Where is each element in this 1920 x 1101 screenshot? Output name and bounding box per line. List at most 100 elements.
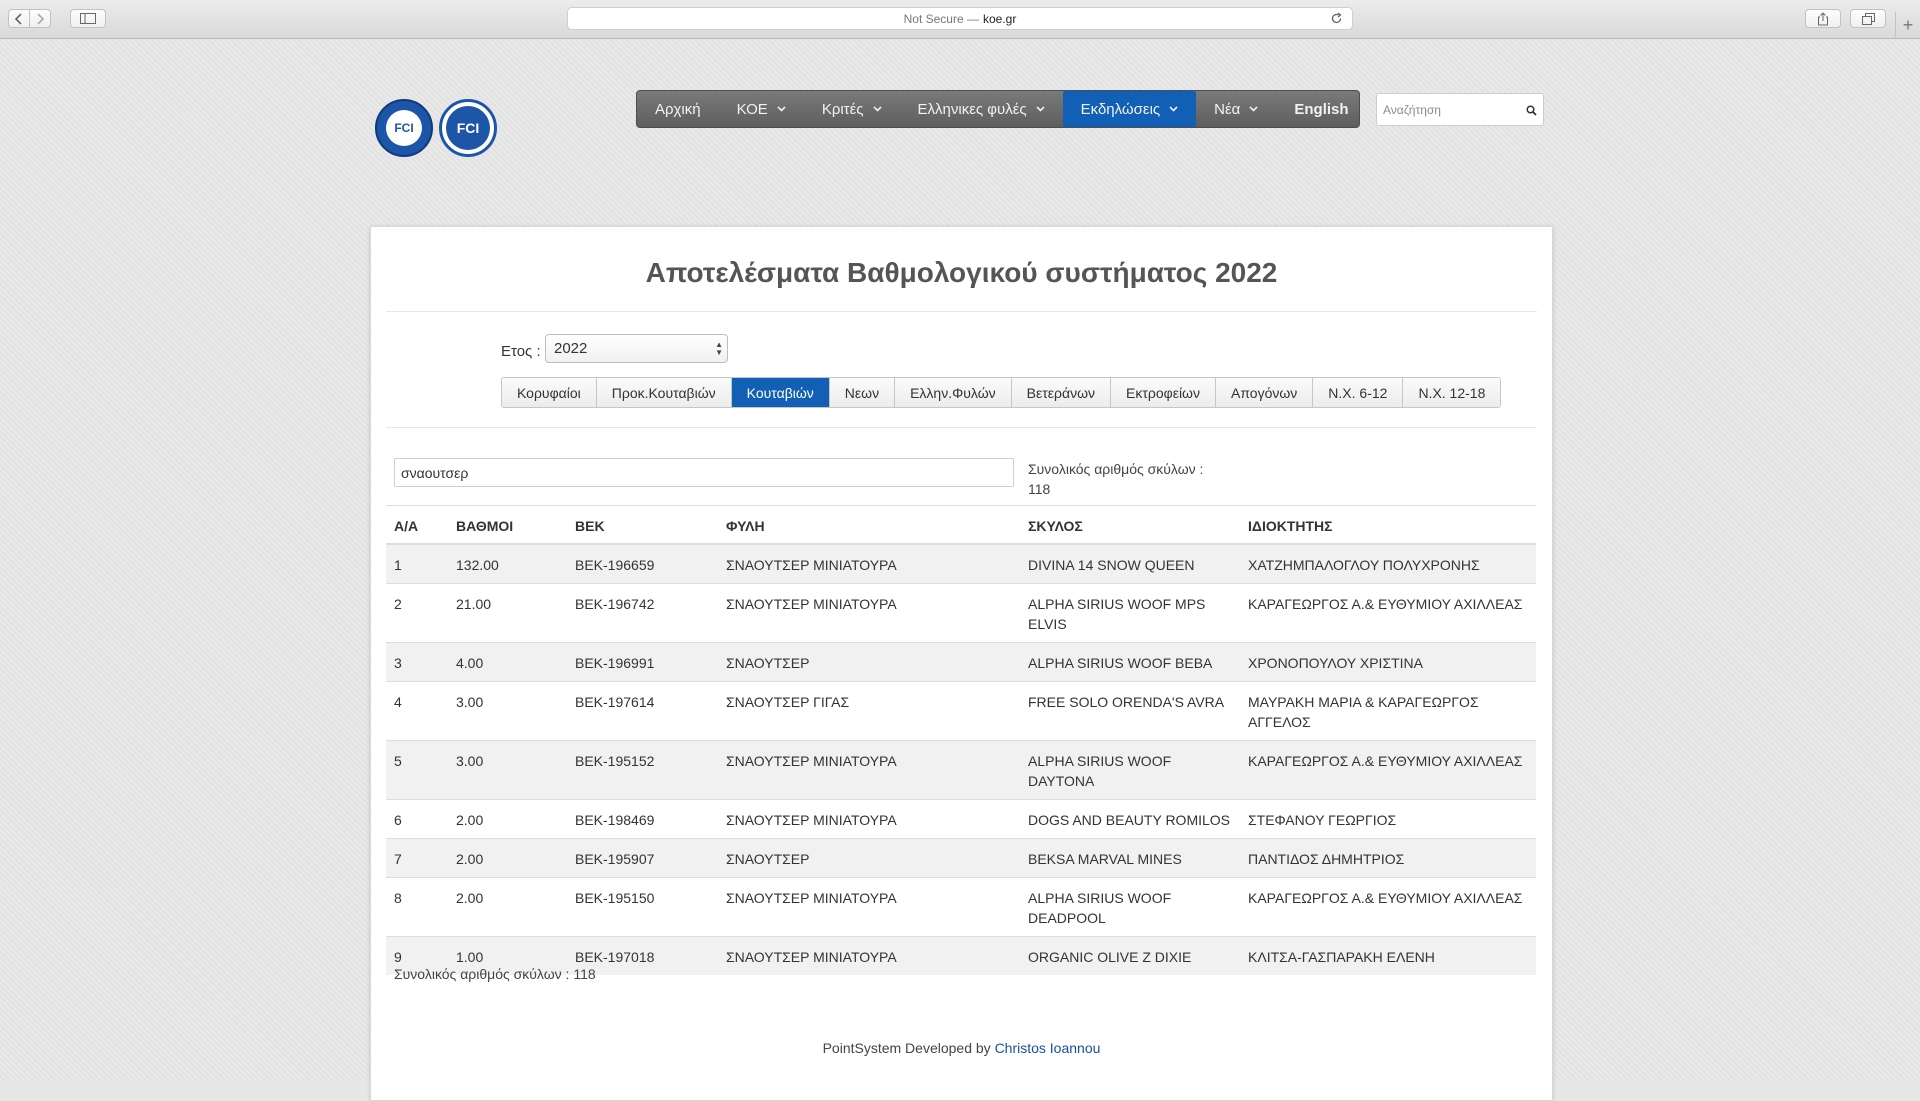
site-search [1376,93,1544,126]
main-navigation: Αρχική ΚΟΕ Κριτές Ελληνικες φυλές Εκδηλώσεις… [636,90,1360,128]
browser-toolbar: Not Secure — koe.gr + [0,0,1920,39]
cell-breed: ΣΝΑΟΥΤΣΕΡ ΜΙΝΙΑΤΟΥΡΑ [718,799,1020,839]
results-table: Α/Α ΒΑΘΜΟΙ ΒΕΚ ΦΥΛΗ ΣΚΥΛΟΣ ΙΔΙΟΚΤΗΤΗΣ 11… [386,505,1536,975]
tab-8[interactable]: Ν.Χ. 6-12 [1313,378,1404,407]
share-button[interactable] [1805,9,1841,28]
column-header-aa[interactable]: Α/Α [386,505,448,545]
cell-bek: ΒΕΚ-195150 [567,877,718,937]
cell-dog: ALPHA SIRIUS WOOF MPS ELVIS [1020,583,1240,643]
cell-bek: ΒΕΚ-196659 [567,543,718,584]
column-header-bek[interactable]: ΒΕΚ [567,505,718,545]
cell-owner: ΧΑΤΖΗΜΠΑΛΟΓΛΟΥ ΠΟΛΥΧΡΟΝΗΣ [1240,543,1536,584]
search-icon[interactable] [1526,103,1537,121]
chevron-down-icon [872,104,882,115]
reload-icon[interactable] [1330,12,1343,28]
cell-points: 21.00 [448,583,567,643]
cell-breed: ΣΝΑΟΥΤΣΕΡ ΜΙΝΙΑΤΟΥΡΑ [718,936,1020,975]
cell-aa: 4 [386,681,448,741]
address-bar[interactable]: Not Secure — koe.gr [567,7,1353,30]
fci-logo[interactable]: FCI [439,99,497,157]
search-input[interactable] [1381,99,1525,121]
chevron-down-icon [1169,104,1178,115]
tab-4[interactable]: Ελλην.Φυλών [895,378,1012,407]
table-row: 6 2.00 ΒΕΚ-198469 ΣΝΑΟΥΤΣΕΡ ΜΙΝΙΑΤΟΥΡΑ DOGS … [386,799,1536,839]
forward-button[interactable] [29,9,51,28]
tab-3[interactable]: Νεων [829,378,896,407]
column-header-breed[interactable]: ΦΥΛΗ [718,505,1020,545]
nav-item-5[interactable]: Νέα [1196,91,1276,127]
tab-1[interactable]: Προκ.Κουταβιών [596,378,732,407]
cell-bek: ΒΕΚ-195907 [567,838,718,878]
tab-9[interactable]: Ν.Χ. 12-18 [1403,378,1501,407]
divider [386,427,1537,428]
table-row: 7 2.00 ΒΕΚ-195907 ΣΝΑΟΥΤΣΕΡ BEKSA MARVAL MIN… [386,838,1536,878]
cell-aa: 1 [386,543,448,584]
cell-dog: ALPHA SIRIUS WOOF DEADPOOL [1020,877,1240,937]
cell-bek: ΒΕΚ-196991 [567,642,718,682]
tabs-overview-button[interactable] [1850,9,1886,28]
cell-breed: ΣΝΑΟΥΤΣΕΡ [718,642,1020,682]
total-count-label: Συνολικός αριθμός σκύλων : [1028,461,1204,477]
cell-aa: 5 [386,740,448,800]
nav-item-3[interactable]: Ελληνικες φυλές [900,91,1063,127]
cell-breed: ΣΝΑΟΥΤΣΕΡ ΜΙΝΙΑΤΟΥΡΑ [718,583,1020,643]
footer: PointSystem Developed by Christos Ioanno… [371,1040,1552,1056]
web-page: FCI FCI Αρχική ΚΟΕ Κριτές Ελληνικες φυλές Εκ… [0,39,1920,1101]
page-title: Αποτελέσματα Βαθμολογικού συστήματος 202… [645,257,1278,288]
cell-owner: ΚΛΙΤΣΑ-ΓΑΣΠΑΡΑΚΗ ΕΛΕΝΗ [1240,936,1536,975]
year-label: Ετος : [501,343,541,360]
total-count-top: Συνολικός αριθμός σκύλων : 118 [1028,459,1203,499]
nav-item-4[interactable]: Εκδηλώσεις [1062,91,1197,127]
table-filter-input[interactable] [394,458,1014,487]
tab-7[interactable]: Απογόνων [1215,378,1314,407]
cell-aa: 2 [386,583,448,643]
year-select[interactable]: 2022 ▲ ▼ [545,334,728,363]
tab-0[interactable]: Κορυφαίοι [502,378,597,407]
new-tab-button[interactable]: + [1895,12,1920,38]
table-header-row: Α/Α ΒΑΘΜΟΙ ΒΕΚ ΦΥΛΗ ΣΚΥΛΟΣ ΙΔΙΟΚΤΗΤΗΣ [386,505,1536,545]
cell-dog: ORGANIC OLIVE Z DIXIE [1020,936,1240,975]
category-tabs: Κορυφαίοι Προκ.Κουταβιών Κουταβιών Νεων Ελλη… [501,377,1502,408]
nav-item-label: Νέα [1214,100,1241,118]
sidebar-toggle-button[interactable] [70,9,106,28]
column-header-dog[interactable]: ΣΚΥΛΟΣ [1020,505,1240,545]
cell-breed: ΣΝΑΟΥΤΣΕΡ ΜΙΝΙΑΤΟΥΡΑ [718,740,1020,800]
cell-points: 3.00 [448,681,567,741]
cell-dog: BEKSA MARVAL MINES [1020,838,1240,878]
cell-owner: ΣΤΕΦΑΝΟΥ ΓΕΩΡΓΙΟΣ [1240,799,1536,839]
table-row: 8 2.00 ΒΕΚ-195150 ΣΝΑΟΥΤΣΕΡ ΜΙΝΙΑΤΟΥΡΑ ALPHA… [386,877,1536,937]
cell-bek: ΒΕΚ-198469 [567,799,718,839]
cell-aa: 6 [386,799,448,839]
nav-item-2[interactable]: Κριτές [804,91,900,127]
tab-2[interactable]: Κουταβιών [731,378,830,407]
cell-points: 2.00 [448,799,567,839]
table-row: 2 21.00 ΒΕΚ-196742 ΣΝΑΟΥΤΣΕΡ ΜΙΝΙΑΤΟΥΡΑ ALPH… [386,583,1536,643]
tab-5[interactable]: Βετεράνων [1011,378,1111,407]
cell-bek: ΒΕΚ-196742 [567,583,718,643]
column-header-points[interactable]: ΒΑΘΜΟΙ [448,505,567,545]
chevron-down-icon [1036,104,1045,115]
cell-aa: 3 [386,642,448,682]
table-row: 5 3.00 ΒΕΚ-195152 ΣΝΑΟΥΤΣΕΡ ΜΙΝΙΑΤΟΥΡΑ ALPHA… [386,740,1536,800]
url-host: koe.gr [983,11,1017,26]
back-button[interactable] [8,9,30,28]
cell-owner: ΜΑΥΡΑΚΗ ΜΑΡΙΑ & ΚΑΡΑΓΕΩΡΓΟΣ ΑΓΓΕΛΟΣ [1240,681,1536,741]
koe-logo[interactable]: FCI [375,99,433,157]
column-header-owner[interactable]: ΙΔΙΟΚΤΗΤΗΣ [1240,505,1536,545]
cell-dog: FREE SOLO ORENDA'S AVRA [1020,681,1240,741]
year-value: 2022 [554,340,588,357]
cell-points: 3.00 [448,740,567,800]
nav-item-0[interactable]: Αρχική [637,91,719,127]
author-link[interactable]: Christos Ioannou [995,1040,1101,1056]
security-label: Not Secure — [903,11,979,26]
tab-6[interactable]: Εκτροφείων [1111,378,1216,407]
cell-points: 2.00 [448,838,567,878]
nav-item-6[interactable]: English [1276,91,1366,127]
nav-item-1[interactable]: ΚΟΕ [719,91,804,127]
results-card: Αποτελέσματα Βαθμολογικού συστήματος 202… [370,226,1553,1101]
cell-dog: DIVINA 14 SNOW QUEEN [1020,543,1240,584]
footer-text: PointSystem Developed by [822,1040,991,1056]
total-count-value: 118 [1028,481,1051,497]
nav-item-label: Αρχική [655,100,701,118]
cell-owner: ΚΑΡΑΓΕΩΡΓΟΣ Α.& ΕΥΘΥΜΙΟΥ ΑΧΙΛΛΕΑΣ [1240,740,1536,800]
